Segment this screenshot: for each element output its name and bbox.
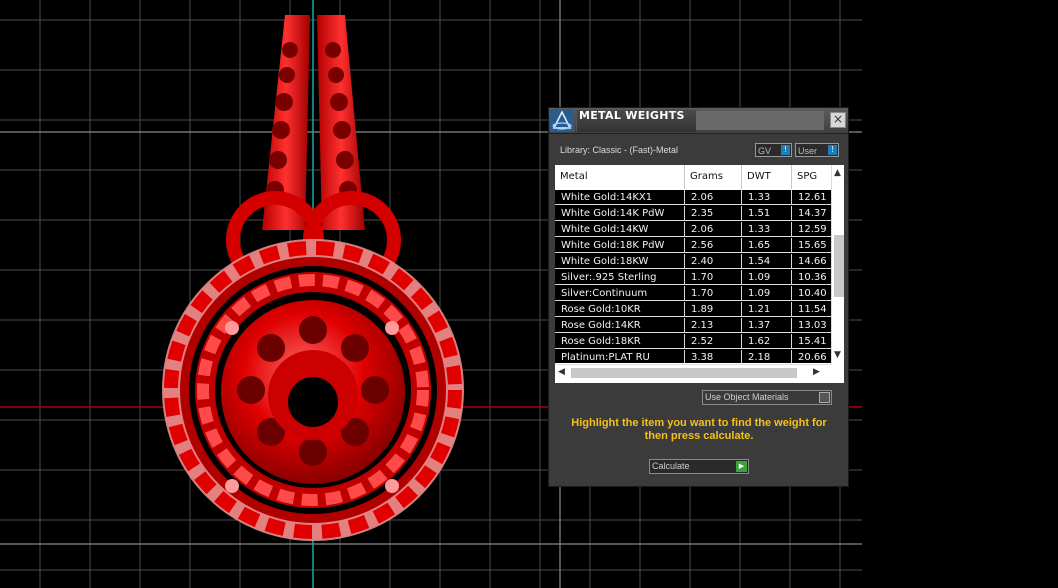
cell-grams: 2.06 [685, 222, 742, 237]
cell-dwt: 1.09 [742, 286, 792, 301]
cell-grams: 2.40 [685, 254, 742, 269]
cell-metal: Rose Gold:14KR [555, 318, 685, 333]
cell-spg: 15.65 [792, 238, 833, 253]
cell-metal: Rose Gold:10KR [555, 302, 685, 317]
cell-grams: 2.52 [685, 334, 742, 349]
cell-metal: Platinum:PLAT RU [555, 350, 685, 363]
play-arrow-icon: ▶ [736, 461, 747, 472]
table-row[interactable]: White Gold:14KX1 2.06 1.33 12.61 [555, 190, 833, 206]
vertical-scrollbar[interactable]: ▲ ▼ [831, 165, 844, 363]
cell-dwt: 1.65 [742, 238, 792, 253]
close-button[interactable]: × [830, 112, 846, 128]
cell-dwt: 1.62 [742, 334, 792, 349]
table-row[interactable]: White Gold:14KW 2.06 1.33 12.59 [555, 222, 833, 238]
right-gutter [862, 0, 1058, 588]
cell-grams: 3.38 [685, 350, 742, 363]
cell-dwt: 1.37 [742, 318, 792, 333]
cell-grams: 1.70 [685, 270, 742, 285]
cell-dwt: 1.51 [742, 206, 792, 221]
title-bar-fill [696, 111, 824, 130]
cell-metal: White Gold:18K PdW [555, 238, 685, 253]
instruction-text: Highlight the item you want to find the … [571, 417, 827, 442]
table-body: White Gold:14KX1 2.06 1.33 12.61 White Gold… [555, 190, 833, 363]
cell-metal: White Gold:18KW [555, 254, 685, 269]
cell-dwt: 2.18 [742, 350, 792, 363]
horizontal-scrollbar[interactable]: ◀ ▶ [555, 364, 831, 381]
cell-spg: 11.54 [792, 302, 833, 317]
column-header-spg[interactable]: SPG [792, 165, 834, 189]
cell-dwt: 1.33 [742, 190, 792, 205]
cell-dwt: 1.09 [742, 270, 792, 285]
column-header-grams[interactable]: Grams [685, 165, 742, 189]
cell-metal: White Gold:14K PdW [555, 206, 685, 221]
cell-spg: 14.66 [792, 254, 833, 269]
column-header-metal[interactable]: Metal [555, 165, 685, 189]
metal-table[interactable]: Metal Grams DWT SPG White Gold:14KX1 2.06… [555, 165, 844, 383]
cell-grams: 2.13 [685, 318, 742, 333]
cell-metal: Silver:.925 Sterling [555, 270, 685, 285]
user-label: User [798, 146, 818, 156]
panel-title: METAL WEIGHTS [579, 109, 685, 122]
calculate-label: Calculate [652, 461, 690, 471]
column-header-dwt[interactable]: DWT [742, 165, 792, 189]
table-row[interactable]: Silver:Continuum 1.70 1.09 10.40 [555, 286, 833, 302]
cell-grams: 2.35 [685, 206, 742, 221]
cell-grams: 2.06 [685, 190, 742, 205]
table-row[interactable]: Platinum:PLAT RU 3.38 2.18 20.66 [555, 350, 833, 363]
vertical-scroll-thumb[interactable] [834, 235, 844, 297]
table-row[interactable]: Rose Gold:18KR 2.52 1.62 15.41 [555, 334, 833, 350]
cell-dwt: 1.21 [742, 302, 792, 317]
cell-spg: 12.61 [792, 190, 833, 205]
calculate-button[interactable]: Calculate ▶ [649, 459, 749, 474]
cell-metal: White Gold:14KX1 [555, 190, 685, 205]
cell-spg: 10.40 [792, 286, 833, 301]
cell-spg: 12.59 [792, 222, 833, 237]
cell-dwt: 1.54 [742, 254, 792, 269]
metal-weights-panel: METAL WEIGHTS × Library: Classic - (Fast… [548, 107, 849, 487]
table-row[interactable]: White Gold:18K PdW 2.56 1.65 15.65 [555, 238, 833, 254]
use-object-materials-label: Use Object Materials [705, 392, 789, 402]
scroll-right-icon[interactable]: ▶ [813, 367, 820, 377]
table-row[interactable]: Rose Gold:10KR 1.89 1.21 11.54 [555, 302, 833, 318]
cell-spg: 20.66 [792, 350, 833, 363]
use-object-materials-checkbox[interactable]: Use Object Materials [702, 390, 832, 405]
cell-grams: 2.56 [685, 238, 742, 253]
info-icon: ! [781, 145, 790, 155]
info-icon: ! [828, 145, 837, 155]
cell-spg: 14.37 [792, 206, 833, 221]
scroll-left-icon[interactable]: ◀ [558, 367, 565, 377]
matrix-logo-icon [550, 109, 574, 132]
cell-spg: 13.03 [792, 318, 833, 333]
cell-metal: Rose Gold:18KR [555, 334, 685, 349]
library-label: Library: Classic - (Fast)-Metal [560, 145, 679, 155]
table-header: Metal Grams DWT SPG [555, 165, 833, 190]
cell-dwt: 1.33 [742, 222, 792, 237]
cell-spg: 10.36 [792, 270, 833, 285]
table-row[interactable]: Silver:.925 Sterling 1.70 1.09 10.36 [555, 270, 833, 286]
table-row[interactable]: White Gold:18KW 2.40 1.54 14.66 [555, 254, 833, 270]
table-row[interactable]: Rose Gold:14KR 2.13 1.37 13.03 [555, 318, 833, 334]
scroll-down-icon[interactable]: ▼ [834, 350, 841, 360]
horizontal-scroll-thumb[interactable] [571, 368, 797, 378]
gv-toggle-button[interactable]: GV ! [755, 143, 792, 157]
cell-spg: 15.41 [792, 334, 833, 349]
panel-titlebar[interactable]: METAL WEIGHTS × [549, 108, 848, 134]
cell-grams: 1.89 [685, 302, 742, 317]
scroll-up-icon[interactable]: ▲ [834, 168, 841, 178]
user-toggle-button[interactable]: User ! [795, 143, 839, 157]
cell-metal: Silver:Continuum [555, 286, 685, 301]
cell-metal: White Gold:14KW [555, 222, 685, 237]
table-row[interactable]: White Gold:14K PdW 2.35 1.51 14.37 [555, 206, 833, 222]
checkbox-icon[interactable] [819, 392, 830, 403]
gv-label: GV [758, 146, 772, 156]
cell-grams: 1.70 [685, 286, 742, 301]
